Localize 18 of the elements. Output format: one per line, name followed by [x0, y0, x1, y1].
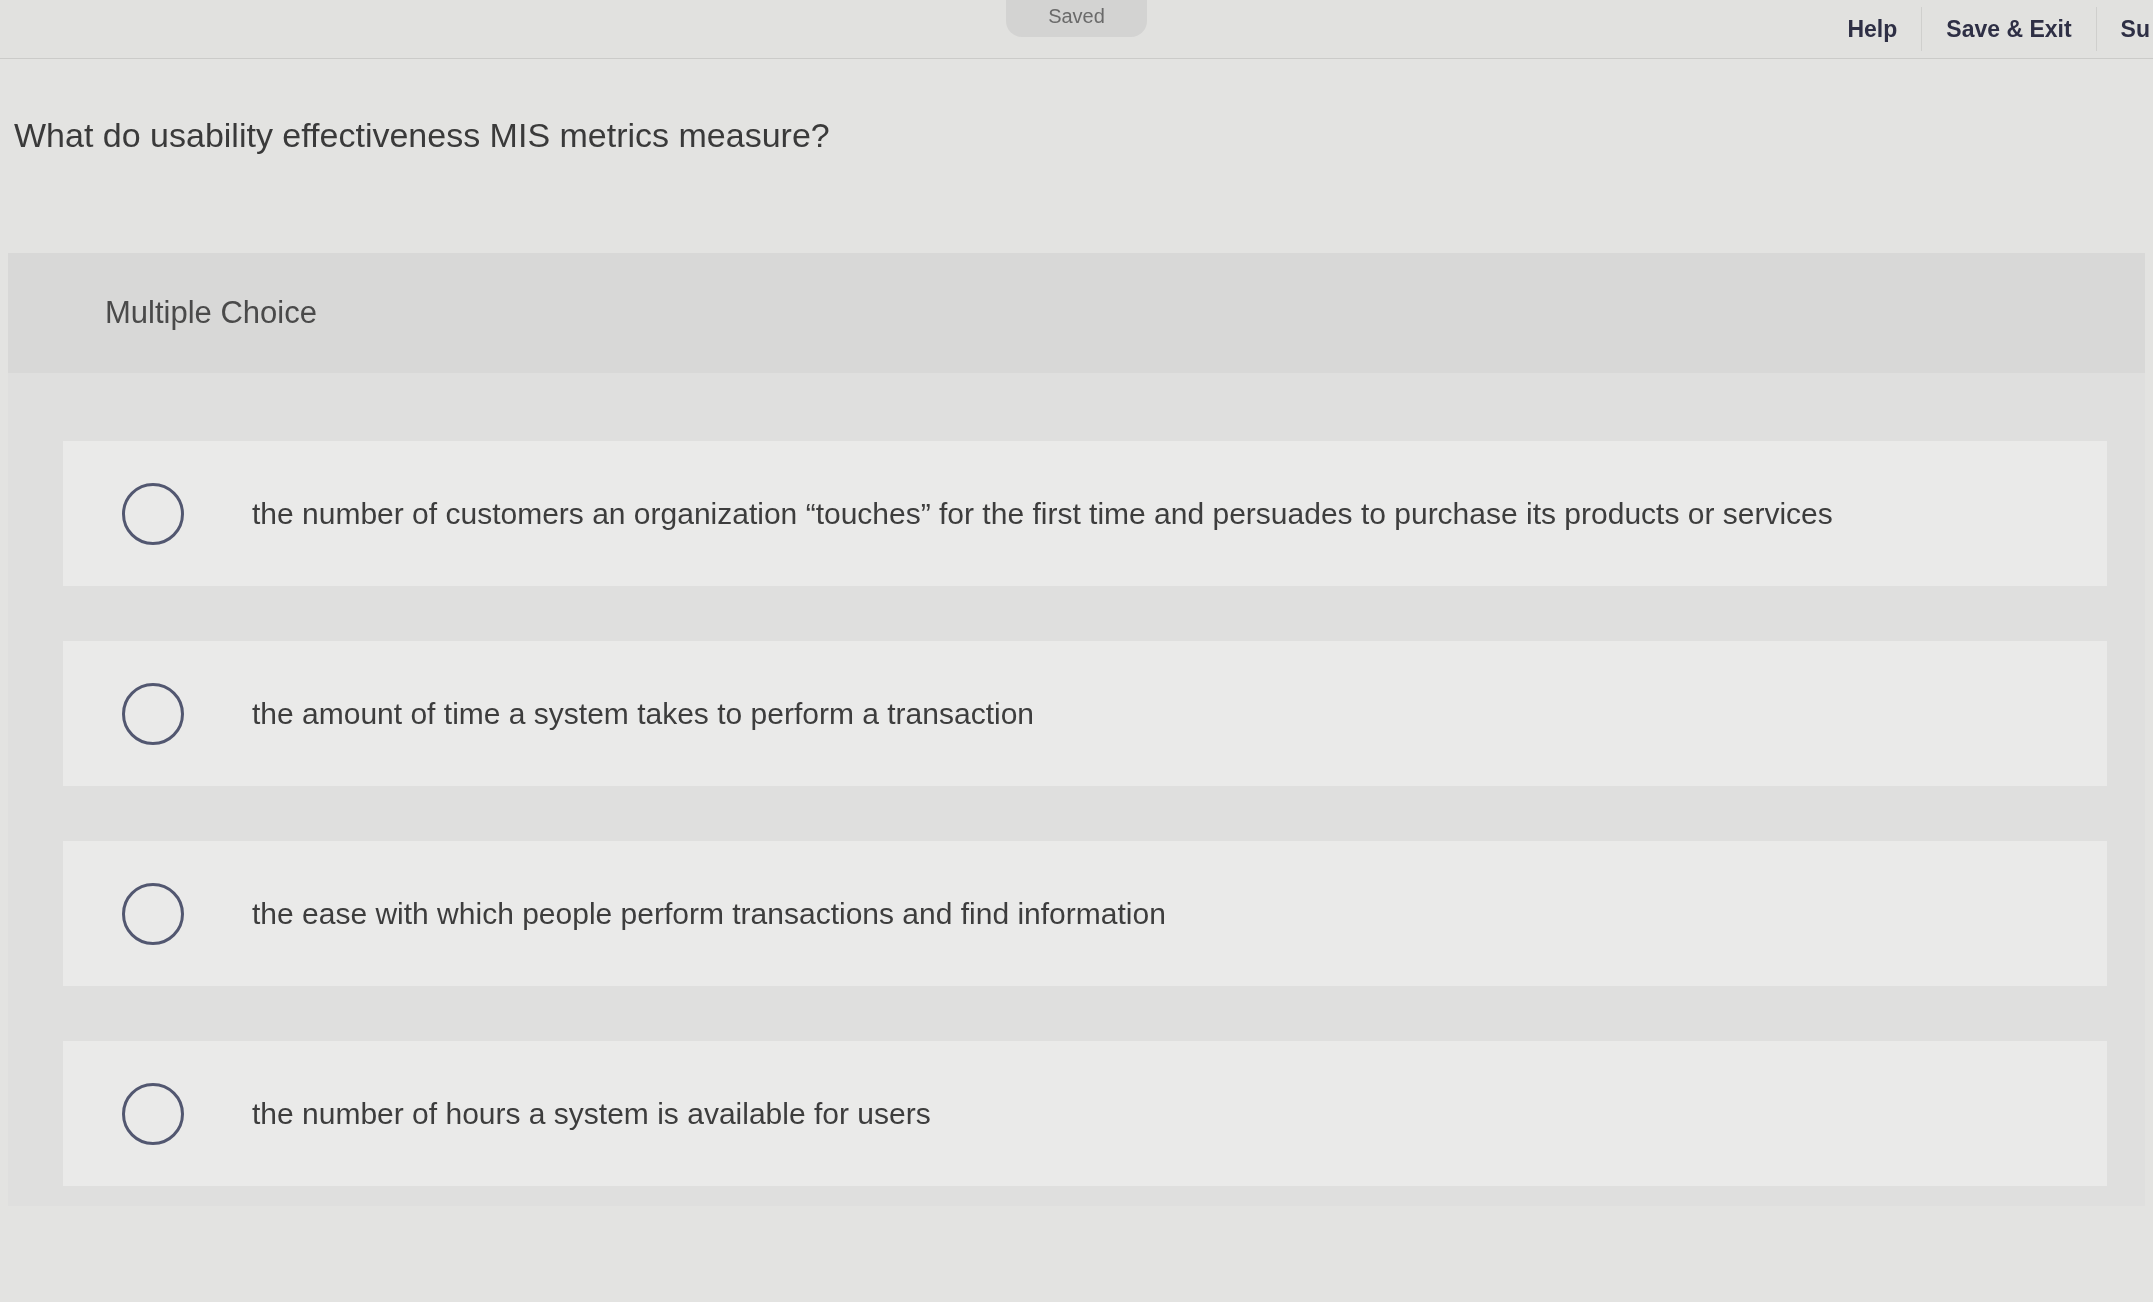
answer-option[interactable]: the number of customers an organization “touches” for the first time and persuades to purchase its products or services [63, 441, 2107, 586]
answer-option[interactable]: the number of hours a system is available for users [63, 1041, 2107, 1186]
radio-button[interactable] [122, 882, 184, 945]
option-text: the amount of time a system takes to perform a transaction [252, 696, 1035, 731]
nav-link[interactable]: Save & Exit [1921, 7, 2096, 51]
radio-button[interactable] [122, 482, 184, 545]
option-text: the number of hours a system is available for users [252, 1096, 931, 1131]
radio-button[interactable] [122, 1082, 184, 1145]
answer-option[interactable]: the amount of time a system takes to perform a transaction [63, 641, 2107, 786]
save-status-indicator: Saved [1006, 0, 1147, 37]
radio-button[interactable] [122, 682, 184, 745]
nav-link[interactable]: Help [1823, 7, 1922, 51]
option-text: the ease with which people perform transactions and find information [252, 896, 1166, 931]
option-text: the number of customers an organization “touches” for the first time and persuades to purchase its products or services [252, 496, 1833, 531]
answer-option[interactable]: the ease with which people perform transactions and find information [63, 841, 2107, 986]
nav-link[interactable]: Su [2095, 7, 2150, 51]
question-text: What do usability effectiveness MIS metrics measure? [14, 115, 830, 155]
question-type-label: Multiple Choice [105, 295, 317, 331]
